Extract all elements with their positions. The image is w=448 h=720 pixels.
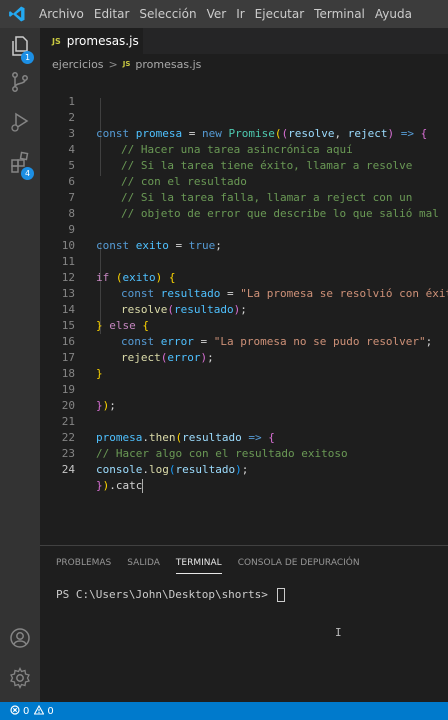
- editor-tab-bar: JS promesas.js: [40, 28, 448, 54]
- menu-ejecutar[interactable]: Ejecutar: [250, 0, 310, 28]
- activity-bar: 1 4: [0, 28, 40, 702]
- code-line: 17 }: [40, 334, 448, 380]
- menu-terminal[interactable]: Terminal: [309, 0, 370, 28]
- explorer-button[interactable]: 1: [0, 28, 40, 68]
- extensions-badge: 4: [21, 167, 34, 180]
- status-bar: 0 0: [0, 702, 448, 720]
- menu-bar: Archivo Editar Selección Ver Ir Ejecutar…: [0, 0, 448, 28]
- code-line: 19 });: [40, 366, 448, 412]
- tab-promesas-js[interactable]: JS promesas.js: [40, 28, 143, 54]
- menu-archivo[interactable]: Archivo: [34, 0, 89, 28]
- code-line: 14 } else {: [40, 286, 448, 332]
- error-count: 0: [23, 705, 30, 717]
- code-line: 4 // Si la tarea tiene éxito, llamar a r…: [40, 126, 448, 172]
- vscode-window: Archivo Editar Selección Ver Ir Ejecutar…: [0, 0, 448, 720]
- terminal-prompt: PS C:\Users\John\Desktop\shorts>: [56, 588, 275, 601]
- code-line: 7 // objeto de error que describe lo que…: [40, 174, 448, 220]
- panel-tabs: PROBLEMAS SALIDA TERMINAL CONSOLA DE DEP…: [40, 546, 448, 580]
- terminal-output[interactable]: PS C:\Users\John\Desktop\shorts>: [56, 588, 285, 602]
- code-line: 1: [40, 78, 448, 108]
- code-line: 12 const resultado = "La promesa se reso…: [40, 254, 448, 300]
- code-line: 10: [40, 222, 448, 252]
- code-line: 8: [40, 190, 448, 220]
- code-line: 20: [40, 382, 448, 412]
- code-editor[interactable]: 1 2 const promesa = new Promise((resolve…: [40, 78, 448, 540]
- code-line: 21 promesa.then(resultado => {: [40, 398, 448, 444]
- code-line: 16 reject(error);: [40, 318, 448, 364]
- menu-ayuda[interactable]: Ayuda: [370, 0, 417, 28]
- chevron-right-icon: >: [108, 57, 118, 71]
- code-line: 2 const promesa = new Promise((resolve, …: [40, 94, 448, 140]
- code-line: 6 // Si la tarea falla, llamar a reject …: [40, 158, 448, 204]
- run-debug-icon: [8, 110, 32, 138]
- code-line: 18: [40, 350, 448, 380]
- code-line: 9 const exito = true;: [40, 206, 448, 252]
- extensions-button[interactable]: 4: [0, 144, 40, 184]
- warning-icon: [33, 704, 45, 718]
- code-line: 15 const error = "La promesa no se pudo …: [40, 302, 448, 348]
- accounts-button[interactable]: [0, 620, 40, 660]
- breadcrumb: ejercicios > JS promesas.js: [40, 54, 448, 74]
- terminal-cursor: [276, 588, 285, 602]
- code-line: 11 if (exito) {: [40, 238, 448, 284]
- text-cursor: [142, 479, 144, 493]
- menu-ir[interactable]: Ir: [231, 0, 249, 28]
- vscode-logo-icon: [0, 0, 34, 28]
- menu-seleccion[interactable]: Selección: [134, 0, 201, 28]
- tab-consola-depuracion[interactable]: CONSOLA DE DEPURACIÓN: [238, 546, 360, 580]
- tab-salida[interactable]: SALIDA: [127, 546, 160, 580]
- code-line-active: 24 }).catc: [40, 446, 448, 493]
- javascript-file-icon: JS: [52, 36, 61, 46]
- source-control-icon: [8, 70, 32, 98]
- gear-icon: [8, 666, 32, 694]
- error-icon: [10, 704, 20, 718]
- bottom-panel: PROBLEMAS SALIDA TERMINAL CONSOLA DE DEP…: [40, 545, 448, 703]
- tab-label: promesas.js: [66, 34, 139, 48]
- source-control-button[interactable]: [0, 64, 40, 104]
- text-select-cursor-icon: I: [335, 626, 342, 639]
- menu-ver[interactable]: Ver: [202, 0, 232, 28]
- breadcrumb-file[interactable]: promesas.js: [135, 58, 201, 71]
- tab-problemas[interactable]: PROBLEMAS: [56, 546, 111, 580]
- menu-editar[interactable]: Editar: [89, 0, 135, 28]
- warning-count: 0: [47, 705, 54, 717]
- code-line: 5 // con el resultado: [40, 142, 448, 188]
- breadcrumb-folder[interactable]: ejercicios: [52, 58, 104, 71]
- code-line: 23 console.log(resultado);: [40, 430, 448, 476]
- run-debug-button[interactable]: [0, 104, 40, 144]
- manage-button[interactable]: [0, 660, 40, 700]
- line-number: 24: [61, 463, 75, 476]
- explorer-badge: 1: [21, 51, 34, 64]
- tab-terminal[interactable]: TERMINAL: [175, 546, 222, 580]
- code-line: 22 // Hacer algo con el resultado exitos…: [40, 414, 448, 460]
- account-icon: [8, 626, 32, 654]
- code-line: 3 // Hacer una tarea asincrónica aquí: [40, 110, 448, 156]
- code-line: 13 resolve(resultado);: [40, 270, 448, 316]
- problems-status[interactable]: 0 0: [10, 704, 54, 718]
- javascript-file-icon: JS: [122, 60, 131, 68]
